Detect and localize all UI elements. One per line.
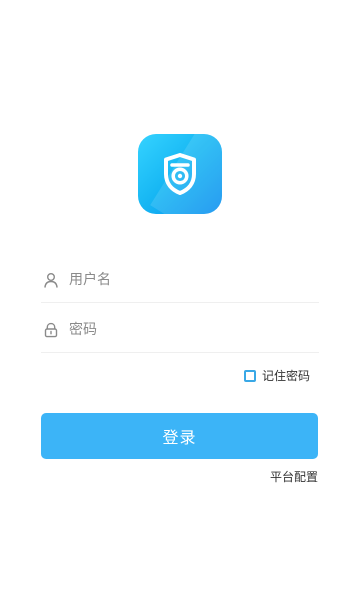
remember-password-label[interactable]: 记住密码: [262, 368, 310, 384]
platform-config-link[interactable]: 平台配置: [270, 469, 318, 485]
lock-icon: [42, 321, 60, 339]
user-icon: [42, 271, 60, 289]
username-input[interactable]: [69, 268, 299, 292]
password-input[interactable]: [69, 318, 299, 342]
shield-eye-icon: [164, 153, 196, 195]
app-logo: [138, 134, 222, 214]
login-screen: 记住密码 登录 平台配置: [0, 0, 360, 600]
password-field: [41, 308, 319, 353]
remember-password-option[interactable]: 记住密码: [244, 368, 310, 384]
username-field: [41, 258, 319, 303]
login-button[interactable]: 登录: [41, 413, 318, 459]
remember-password-checkbox[interactable]: [244, 370, 256, 382]
